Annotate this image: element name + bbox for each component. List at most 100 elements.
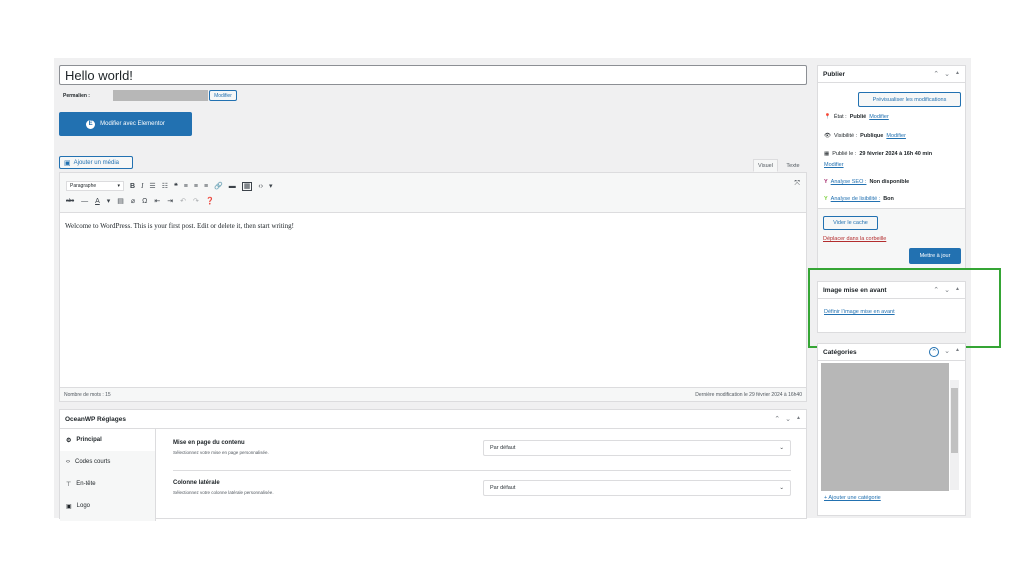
toggle-arrow-icon[interactable]: ▲ <box>955 347 960 357</box>
published-edit-link[interactable]: Modifier <box>824 162 844 168</box>
visibility-row: 👁 Visibilité : Publique Modifier <box>824 133 906 139</box>
toggle-arrow-icon[interactable]: ▲ <box>955 70 960 78</box>
sidebar-select[interactable]: Par défaut ⌄ <box>483 480 791 496</box>
box-controls[interactable]: ⌃ ⌄ ▲ <box>774 415 801 423</box>
link-icon[interactable]: 🔗 <box>214 183 223 190</box>
read-more-icon[interactable]: ▬ <box>229 183 236 190</box>
select-value: Par défaut <box>490 485 516 491</box>
code-icon[interactable]: ‹› <box>258 183 263 190</box>
redo-icon[interactable]: ↷ <box>193 198 199 205</box>
visibility-edit-link[interactable]: Modifier <box>886 133 906 139</box>
outdent-icon[interactable]: ⇤ <box>154 198 160 205</box>
categories-header: Catégories ⌃ ⌄ ▲ <box>818 344 965 361</box>
gear-icon: ⚙ <box>66 437 72 444</box>
visibility-value: Publique <box>860 133 884 139</box>
paste-text-icon[interactable]: ▤ <box>117 198 124 205</box>
fullscreen-icon[interactable]: ⤧ <box>794 180 800 187</box>
oceanwp-title: OceanWP Réglages <box>65 415 126 423</box>
trash-link[interactable]: Déplacer dans la corbeille <box>823 236 886 242</box>
status-label: État : <box>833 114 847 120</box>
trash-row: Déplacer dans la corbeille <box>823 236 886 242</box>
horizontal-line-icon[interactable]: — <box>81 198 88 205</box>
pin-icon: ⊤ <box>66 481 72 488</box>
pin-icon: 📍 <box>824 114 831 120</box>
published-value: 29 février 2024 à 16h 40 min <box>859 151 933 157</box>
content-layout-select[interactable]: Par défaut ⌄ <box>483 440 791 456</box>
seo-row: Y Analyse SEO : Non disponible <box>824 179 909 185</box>
oceanwp-header: OceanWP Réglages ⌃ ⌄ ▲ <box>60 410 806 429</box>
readability-link[interactable]: Analyse de lisibilité : <box>831 196 881 202</box>
add-media-button[interactable]: ▣ Ajouter un média <box>59 156 133 169</box>
clear-format-icon[interactable]: ⌀ <box>131 198 135 205</box>
permalink-label: Permalien : <box>63 93 90 99</box>
oceanwp-settings-box: OceanWP Réglages ⌃ ⌄ ▲ ⚙ Principal ‹› Co… <box>59 409 807 521</box>
chevron-down-icon: ▾ <box>117 183 120 189</box>
categories-scrollbar[interactable] <box>950 380 959 490</box>
publish-actions: Vider le cache Déplacer dans la corbeill… <box>818 208 965 268</box>
readability-row: Y Analyse de lisibilité : Bon <box>824 196 894 202</box>
last-modified: Dernière modification le 29 février 2024… <box>695 391 802 398</box>
yoast-icon: Y <box>824 179 828 185</box>
text-color-icon[interactable]: A <box>95 198 100 205</box>
chevron-down-icon[interactable]: ▾ <box>107 198 111 205</box>
add-category-link[interactable]: + Ajouter une catégorie <box>824 495 881 501</box>
oceanwp-nav-item-header[interactable]: ⊤ En-tête <box>60 473 155 495</box>
divider <box>173 470 791 471</box>
tab-visual[interactable]: Visuel <box>753 159 778 172</box>
permalink-url-redacted <box>113 90 208 101</box>
chevron-up-icon[interactable]: ⌃ <box>933 70 939 78</box>
chevron-up-icon[interactable]: ⌃ <box>774 415 780 423</box>
status-edit-link[interactable]: Modifier <box>869 114 889 120</box>
editor-content[interactable]: Welcome to WordPress. This is your first… <box>65 222 294 230</box>
categories-title: Catégories <box>823 348 857 356</box>
align-left-icon[interactable]: ≡ <box>184 183 188 190</box>
oceanwp-nav: ⚙ Principal ‹› Codes courts ⊤ En-tête ▣ … <box>60 429 156 521</box>
strikethrough-icon[interactable]: abc <box>66 199 74 204</box>
permalink-edit-button[interactable]: Modifier <box>209 90 237 101</box>
code-icon: ‹› <box>66 459 70 465</box>
publish-header: Publier ⌃ ⌄ ▲ <box>818 66 965 83</box>
seo-value: Non disponible <box>869 179 910 185</box>
chevron-up-icon[interactable]: ⌃ <box>929 347 940 357</box>
update-button[interactable]: Mettre à jour <box>909 248 961 264</box>
preview-button[interactable]: Prévisualiser les modifications <box>858 92 961 107</box>
paragraph-format-label: Paragraphe <box>70 183 97 189</box>
clear-cache-button[interactable]: Vider le cache <box>823 216 878 230</box>
tab-text[interactable]: Texte <box>780 159 806 172</box>
blockquote-icon[interactable]: ❝ <box>174 183 178 190</box>
help-icon[interactable]: ❓ <box>206 198 215 205</box>
elementor-edit-button[interactable]: E Modifier avec Elementor <box>59 112 192 136</box>
paragraph-format-select[interactable]: Paragraphe ▾ <box>66 181 124 191</box>
chevron-down-icon[interactable]: ⌄ <box>944 70 950 78</box>
italic-icon[interactable]: I <box>141 182 143 190</box>
chevron-down-icon[interactable]: ▾ <box>269 183 273 190</box>
bold-icon[interactable]: B <box>130 183 135 190</box>
visibility-label: Visibilité : <box>833 133 858 139</box>
indent-icon[interactable]: ⇥ <box>167 198 173 205</box>
chevron-down-icon[interactable]: ⌄ <box>944 347 950 357</box>
seo-link[interactable]: Analyse SEO : <box>831 179 867 185</box>
undo-icon[interactable]: ↶ <box>180 198 186 205</box>
toolbar-toggle-icon[interactable]: ▦ <box>241 181 253 191</box>
numbered-list-icon[interactable]: ☷ <box>162 183 168 190</box>
scrollbar-thumb[interactable] <box>951 388 958 453</box>
box-controls[interactable]: ⌃ ⌄ ▲ <box>929 347 960 357</box>
yoast-icon: Y <box>824 196 828 202</box>
nav-label: Principal <box>76 437 102 443</box>
oceanwp-nav-item-codes[interactable]: ‹› Codes courts <box>60 451 155 473</box>
oceanwp-nav-item-principal[interactable]: ⚙ Principal <box>60 429 155 451</box>
bullet-list-icon[interactable]: ☰ <box>149 183 155 190</box>
box-controls[interactable]: ⌃ ⌄ ▲ <box>933 70 960 78</box>
chevron-down-icon[interactable]: ⌄ <box>785 415 791 423</box>
published-row: ▦ Publié le : 29 février 2024 à 16h 40 m… <box>824 151 932 157</box>
publish-box: Publier ⌃ ⌄ ▲ Prévisualiser les modifica… <box>817 65 966 270</box>
chevron-down-icon: ⌄ <box>779 485 784 491</box>
oceanwp-nav-item-logo[interactable]: ▣ Logo <box>60 495 155 517</box>
special-char-icon[interactable]: Ω <box>142 198 147 205</box>
post-title-input[interactable]: Hello world! <box>59 65 807 85</box>
toggle-arrow-icon[interactable]: ▲ <box>796 415 801 423</box>
add-category-row: + Ajouter une catégorie <box>824 495 881 501</box>
classic-editor: Paragraphe ▾ B I ☰ ☷ ❝ ≡ ≡ ≡ 🔗 ▬ ▦ ‹› ▾ … <box>59 172 807 402</box>
align-center-icon[interactable]: ≡ <box>194 183 198 190</box>
align-right-icon[interactable]: ≡ <box>204 183 208 190</box>
